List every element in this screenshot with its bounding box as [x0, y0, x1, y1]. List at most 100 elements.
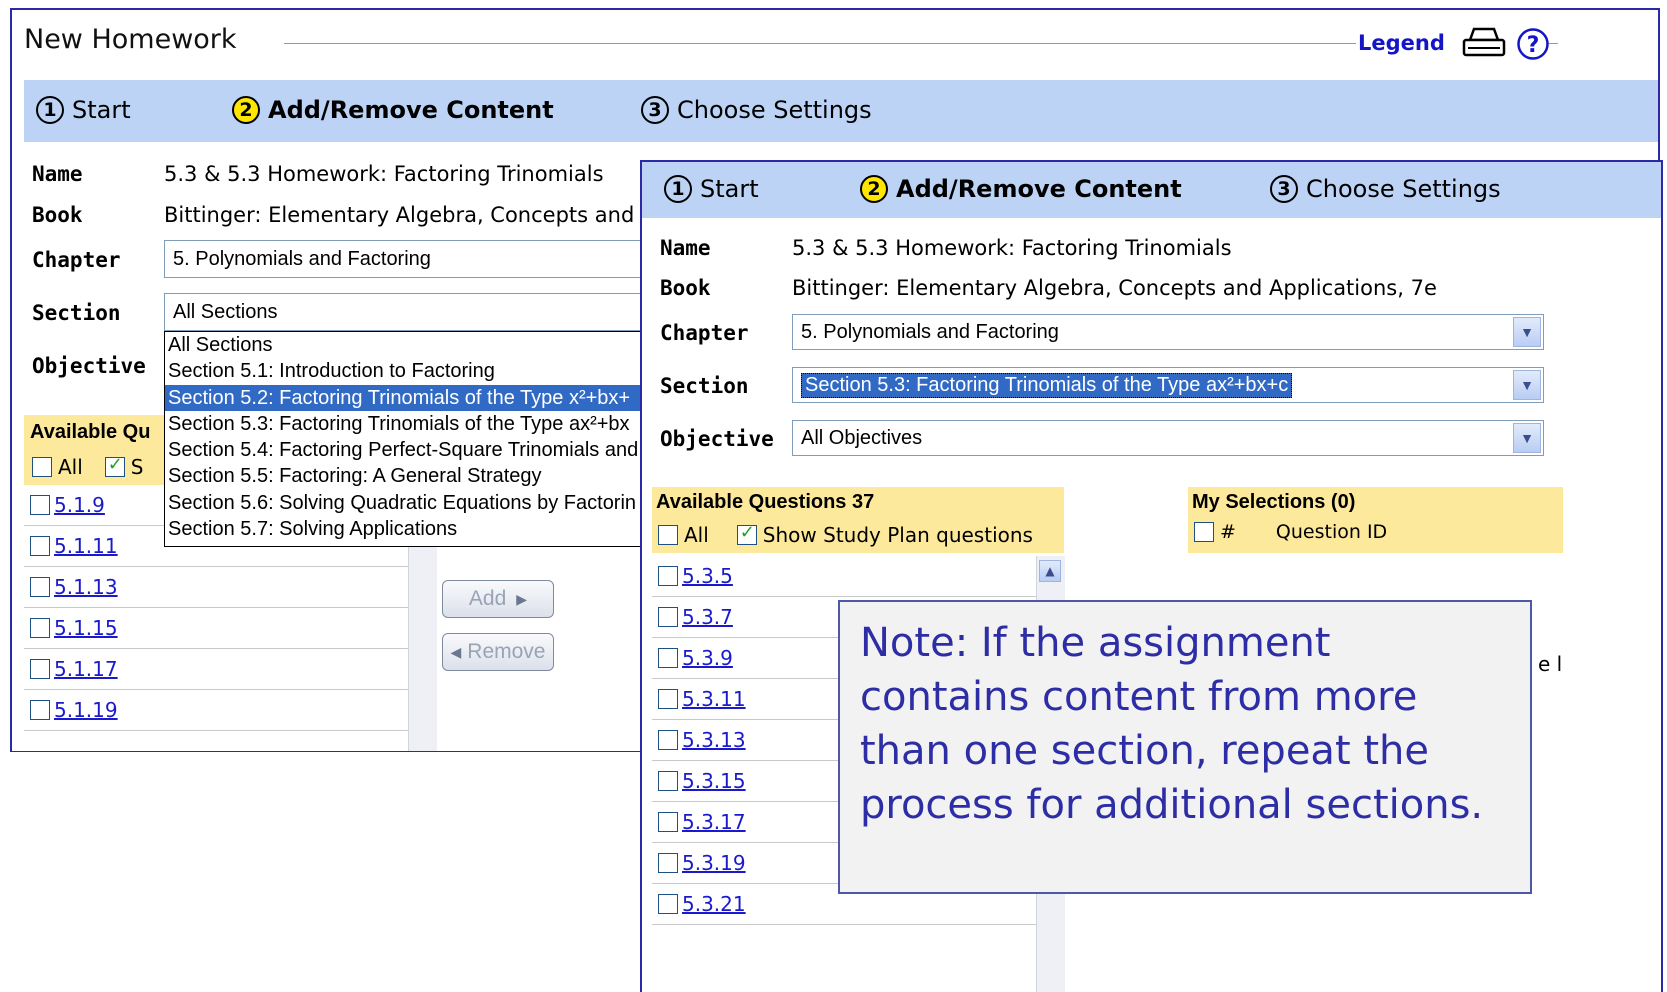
arrow-right-icon: ▶	[516, 590, 528, 607]
objective-select-value: All Objectives	[801, 426, 923, 449]
question-checkbox[interactable]	[30, 577, 50, 597]
section-option[interactable]: All Sections	[165, 332, 663, 358]
question-row: 5.3.5	[652, 556, 1036, 597]
question-link[interactable]: 5.3.9	[682, 646, 733, 670]
chevron-down-icon[interactable]: ▼	[1513, 370, 1541, 400]
title-divider	[284, 43, 1356, 44]
step-label: Choose Settings	[1306, 175, 1501, 203]
name-label: Name	[660, 236, 711, 260]
page-title: New Homework	[24, 24, 237, 55]
section-dropdown-list[interactable]: All Sections Section 5.1: Introduction t…	[164, 331, 664, 547]
question-checkbox[interactable]	[658, 689, 678, 709]
chevron-down-icon[interactable]: ▼	[1513, 317, 1541, 347]
question-link[interactable]: 5.1.17	[54, 657, 118, 681]
chevron-down-icon[interactable]: ▼	[1513, 423, 1541, 453]
step-label: Add/Remove Content	[896, 175, 1182, 203]
select-all-checkbox[interactable]	[32, 457, 52, 477]
question-link[interactable]: 5.1.9	[54, 493, 105, 517]
question-checkbox[interactable]	[658, 853, 678, 873]
question-checkbox[interactable]	[30, 495, 50, 515]
question-checkbox[interactable]	[30, 700, 50, 720]
section-option[interactable]: Section 5.5: Factoring: A General Strate…	[165, 463, 663, 489]
objective-label: Objective	[660, 427, 774, 451]
question-checkbox[interactable]	[658, 730, 678, 750]
chapter-label: Chapter	[32, 248, 121, 272]
section-option[interactable]: Section 5.1: Introduction to Factoring	[165, 358, 663, 384]
step-label: Start	[72, 96, 131, 124]
section-select[interactable]: All Sections	[164, 293, 664, 331]
question-checkbox[interactable]	[658, 812, 678, 832]
book-label: Book	[660, 276, 711, 300]
question-link[interactable]: 5.3.11	[682, 687, 746, 711]
question-id-column-header: Question ID	[1275, 521, 1388, 543]
question-row: 5.1.19	[24, 690, 408, 731]
select-all-selections-checkbox[interactable]	[1194, 522, 1214, 542]
available-questions-header: Available Questions 37 All Show Study Pl…	[652, 487, 1064, 553]
select-all-label: All	[58, 455, 83, 479]
step-start[interactable]: 1 Start	[36, 96, 131, 124]
question-checkbox[interactable]	[658, 607, 678, 627]
step-add-remove-content[interactable]: 2 Add/Remove Content	[232, 96, 554, 124]
chapter-select[interactable]: 5. Polynomials and Factoring ▼	[792, 314, 1544, 350]
section-option[interactable]: Section 5.3: Factoring Trinomials of the…	[165, 411, 663, 437]
step-add-remove-content[interactable]: 2 Add/Remove Content	[860, 175, 1182, 203]
remove-button-label: Remove	[467, 640, 546, 663]
question-row: 5.1.13	[24, 567, 408, 608]
step-number: 3	[641, 96, 669, 124]
show-study-plan-checkbox[interactable]	[736, 522, 757, 545]
show-study-plan-checkbox[interactable]	[104, 454, 125, 477]
question-link[interactable]: 5.1.11	[54, 534, 118, 558]
question-link[interactable]: 5.3.5	[682, 564, 733, 588]
help-icon[interactable]: ?	[1516, 27, 1550, 65]
question-link[interactable]: 5.1.15	[54, 616, 118, 640]
select-all-checkbox[interactable]	[658, 525, 678, 545]
step-number: 2	[232, 96, 260, 124]
question-link[interactable]: 5.3.19	[682, 851, 746, 875]
objective-select[interactable]: All Objectives ▼	[792, 420, 1544, 456]
book-value: Bittinger: Elementary Algebra, Concepts …	[792, 276, 1437, 300]
step-number: 3	[1270, 175, 1298, 203]
question-link[interactable]: 5.1.13	[54, 575, 118, 599]
step-choose-settings[interactable]: 3 Choose Settings	[1270, 175, 1501, 203]
question-link[interactable]: 5.3.17	[682, 810, 746, 834]
question-checkbox[interactable]	[30, 618, 50, 638]
step-label: Choose Settings	[677, 96, 872, 124]
question-link[interactable]: 5.3.13	[682, 728, 746, 752]
scroll-up-icon[interactable]: ▲	[1039, 560, 1061, 582]
question-link[interactable]: 5.3.15	[682, 769, 746, 793]
question-checkbox[interactable]	[658, 648, 678, 668]
question-link[interactable]: 5.3.21	[682, 892, 746, 916]
question-checkbox[interactable]	[30, 659, 50, 679]
legend-link[interactable]: Legend	[1358, 31, 1445, 55]
step-choose-settings[interactable]: 3 Choose Settings	[641, 96, 872, 124]
step-number: 1	[36, 96, 64, 124]
steps-bar: 1 Start 2 Add/Remove Content 3 Choose Se…	[24, 80, 1658, 142]
chapter-select-value: 5. Polynomials and Factoring	[173, 247, 431, 270]
section-select[interactable]: Section 5.3: Factoring Trinomials of the…	[792, 367, 1544, 403]
question-row: 5.1.17	[24, 649, 408, 690]
question-checkbox[interactable]	[658, 566, 678, 586]
objective-label: Objective	[32, 354, 146, 378]
question-checkbox[interactable]	[658, 894, 678, 914]
printer-icon[interactable]	[1460, 26, 1508, 62]
step-start[interactable]: 1 Start	[664, 175, 759, 203]
question-checkbox[interactable]	[658, 771, 678, 791]
step-label: Start	[700, 175, 759, 203]
section-select-value: All Sections	[173, 300, 278, 323]
section-option[interactable]: Section 5.4: Factoring Perfect-Square Tr…	[165, 437, 663, 463]
section-label: Section	[32, 301, 121, 325]
section-option[interactable]: Section 5.7: Solving Applications	[165, 516, 663, 542]
chapter-label: Chapter	[660, 321, 749, 345]
number-column-header: #	[1220, 521, 1236, 543]
step-number: 2	[860, 175, 888, 203]
section-option-highlighted[interactable]: Section 5.2: Factoring Trinomials of the…	[165, 384, 663, 411]
remove-button[interactable]: ◀ Remove	[442, 633, 554, 671]
chapter-select[interactable]: 5. Polynomials and Factoring	[164, 240, 664, 278]
question-link[interactable]: 5.3.7	[682, 605, 733, 629]
add-button[interactable]: Add ▶	[442, 580, 554, 618]
show-study-plan-label: Show Study Plan questions	[762, 523, 1033, 547]
section-option[interactable]: Section 5.6: Solving Quadratic Equations…	[165, 490, 663, 516]
question-link[interactable]: 5.1.19	[54, 698, 118, 722]
svg-text:?: ?	[1527, 33, 1540, 58]
question-checkbox[interactable]	[30, 536, 50, 556]
